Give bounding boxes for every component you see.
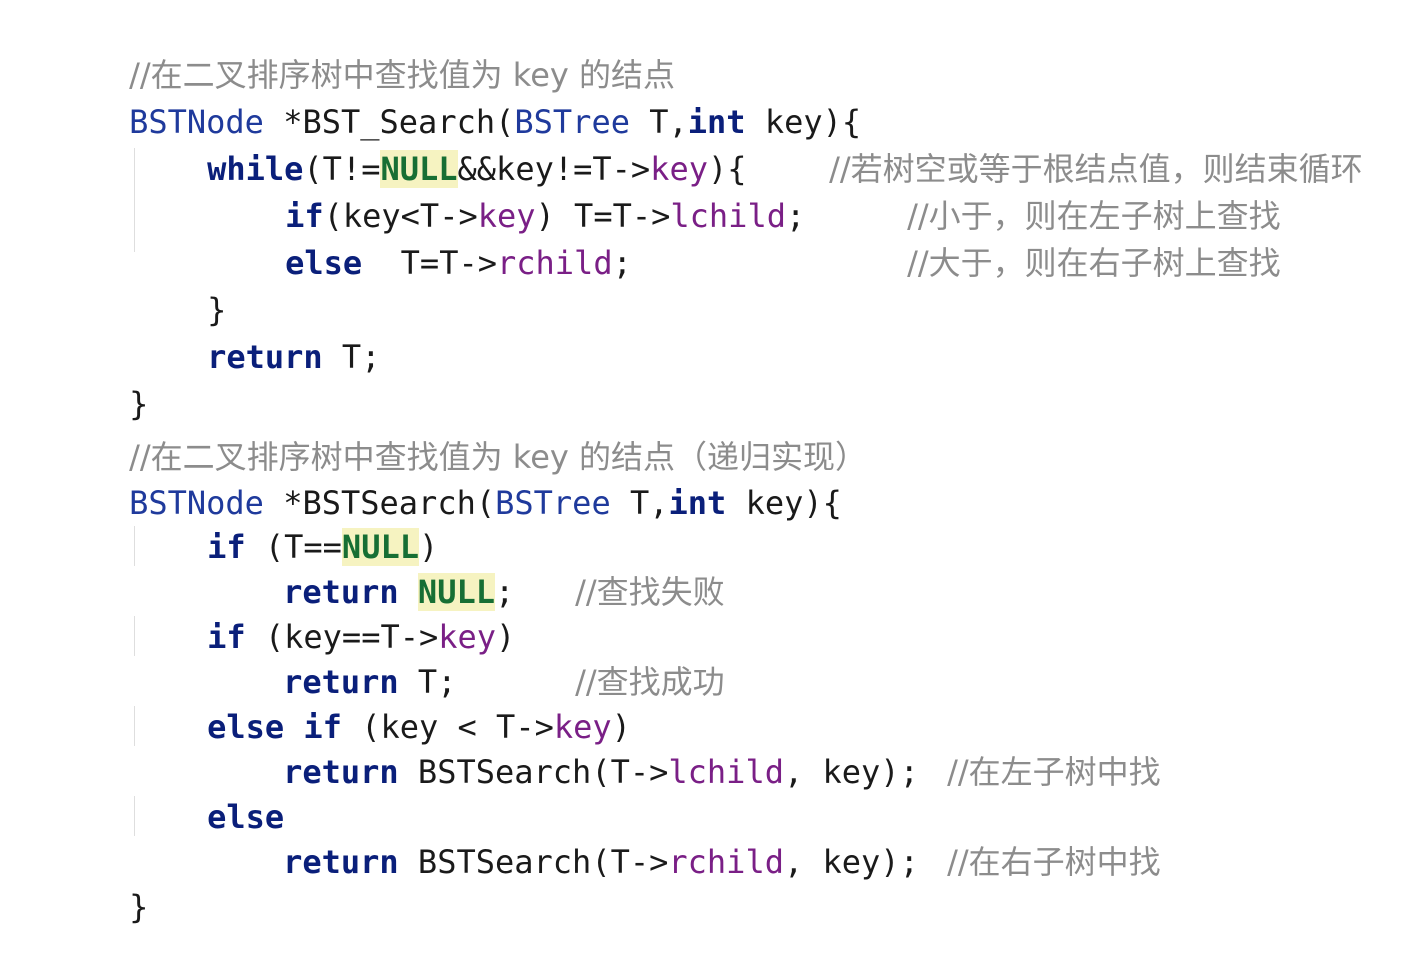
- code-text: ;: [785, 197, 806, 235]
- code-line-else-if: else if (key < T->key): [130, 658, 631, 746]
- comment-text: //查找失败: [575, 573, 725, 611]
- param-key: key){: [726, 484, 842, 522]
- code-comment-if: //小于，则在左子树上查找: [830, 147, 1281, 235]
- code-line-return-t: return T;: [206, 613, 456, 701]
- keyword-return: return: [283, 753, 399, 791]
- code-line-if: if(key<T->key) T=T->lchild;: [208, 147, 805, 235]
- code-comment-while: //若树空或等于根结点值，则结束循环: [752, 100, 1363, 188]
- code-comment-right: //在右子树中找: [870, 793, 1161, 881]
- field-rchild: rchild: [668, 843, 784, 881]
- keyword-return: return: [283, 843, 399, 881]
- code-view: //在二叉排序树中查找值为 key 的结点 BSTNode *BST_Searc…: [0, 0, 1422, 926]
- comment-text: //大于，则在右子树上查找: [907, 244, 1281, 282]
- code-line-return-null: return NULL;: [206, 523, 514, 611]
- code-line-close-fn-1: }: [52, 335, 148, 423]
- keyword-int: int: [668, 484, 727, 522]
- type-bstree: BSTree: [495, 484, 611, 522]
- code-comment-success: //查找成功: [498, 613, 725, 701]
- code-line-close-fn-2: }: [52, 838, 148, 926]
- keyword-else: else: [285, 244, 363, 282]
- code-line-close-while: }: [130, 241, 226, 329]
- code-line-return: return T;: [130, 288, 380, 376]
- code-line-comment-2: //在二叉排序树中查找值为 key 的结点（递归实现）: [52, 388, 867, 476]
- code-text: T;: [322, 338, 381, 376]
- code-text: T=T->: [362, 244, 497, 282]
- code-line-signature-1: BSTNode *BST_Search(BSTree T,int key){: [52, 53, 861, 141]
- code-line-while: while(T!=NULL&&key!=T->key){: [130, 100, 747, 188]
- field-lchild: lchild: [668, 753, 784, 791]
- field-rchild: rchild: [496, 244, 613, 282]
- code-line-signature-2: BSTNode *BSTSearch(BSTree T,int key){: [52, 434, 842, 522]
- comment-text: //在左子树中找: [947, 753, 1161, 791]
- code-comment-left: //在左子树中找: [870, 703, 1161, 791]
- code-line-return-right: return BSTSearch(T->rchild, key);: [206, 793, 919, 881]
- code-text: ;: [612, 244, 632, 282]
- code-line-else: else T=T->rchild;: [208, 194, 632, 282]
- brace-close: }: [129, 888, 149, 926]
- code-comment-else: //大于，则在右子树上查找: [830, 194, 1281, 282]
- code-line-else-2: else: [130, 748, 284, 836]
- field-lchild: lchild: [670, 197, 786, 235]
- param-t: T,: [610, 484, 669, 522]
- code-comment-fail: //查找失败: [498, 523, 725, 611]
- code-line-if-key: if (key==T->key): [130, 568, 515, 656]
- keyword-return: return: [207, 338, 323, 376]
- code-line-comment-1: //在二叉排序树中查找值为 key 的结点: [52, 6, 675, 94]
- code-line-return-left: return BSTSearch(T->lchild, key);: [206, 703, 919, 791]
- code-text: BSTSearch(T->: [398, 843, 669, 881]
- code-text: BSTSearch(T->: [398, 753, 669, 791]
- code-line-if-null: if (T==NULL): [130, 478, 438, 566]
- comment-text: //在右子树中找: [947, 843, 1161, 881]
